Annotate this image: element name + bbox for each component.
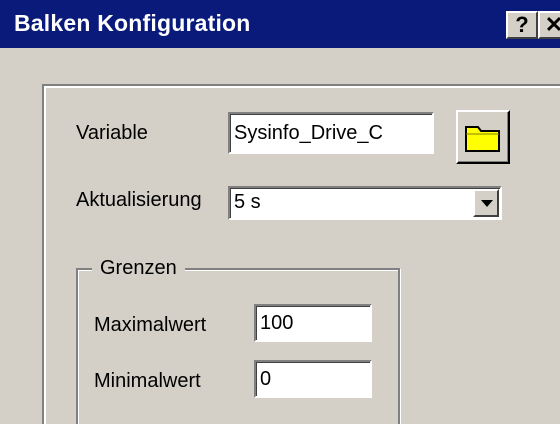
min-value-label: Minimalwert bbox=[94, 370, 201, 392]
limits-groupbox bbox=[76, 268, 400, 424]
update-interval-select[interactable]: 5 s bbox=[228, 186, 502, 220]
variable-field[interactable]: Sysinfo_Drive_C bbox=[228, 112, 434, 154]
limits-group-label: Grenzen bbox=[92, 257, 185, 280]
max-value-field[interactable]: 100 bbox=[254, 304, 372, 342]
update-interval-value: 5 s bbox=[234, 191, 261, 213]
variable-label: Variable bbox=[76, 122, 148, 144]
dropdown-button[interactable] bbox=[473, 189, 499, 217]
folder-icon bbox=[465, 126, 500, 152]
min-value-field[interactable]: 0 bbox=[254, 360, 372, 398]
dialog-title: Balken Konfiguration bbox=[14, 10, 251, 36]
title-bar[interactable]: Balken Konfiguration ? ✕ bbox=[0, 0, 560, 48]
max-value-label: Maximalwert bbox=[94, 314, 207, 336]
browse-button[interactable] bbox=[456, 110, 510, 164]
dialog-window: Balken Konfiguration ? ✕ Variable Sysinf… bbox=[0, 0, 560, 424]
update-label: Aktualisierung bbox=[76, 189, 202, 211]
chevron-down-icon bbox=[481, 200, 493, 207]
close-button[interactable]: ✕ bbox=[538, 11, 560, 39]
help-button[interactable]: ? bbox=[506, 11, 538, 39]
close-icon: ✕ bbox=[544, 12, 560, 37]
